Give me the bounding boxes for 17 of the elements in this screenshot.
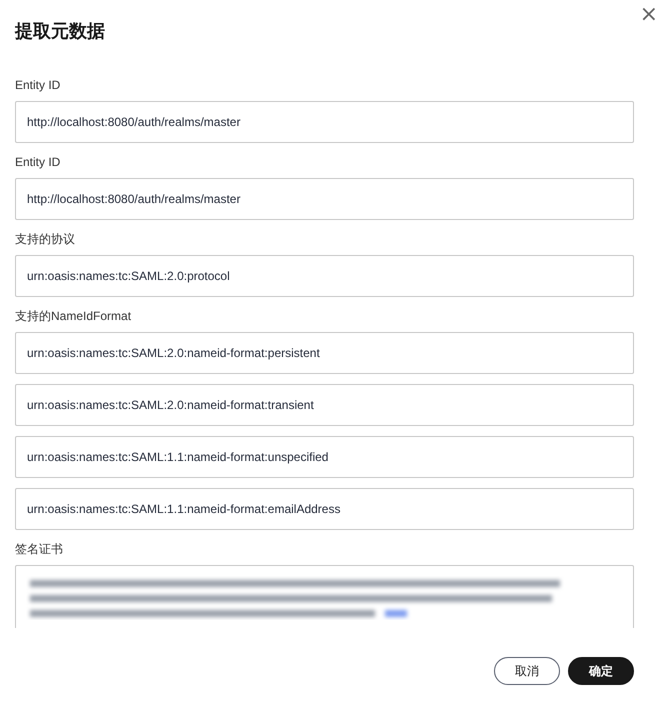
close-button[interactable]: × <box>636 4 662 26</box>
input-field[interactable]: urn:oasis:names:tc:SAML:2.0:protocol <box>15 255 634 297</box>
field-label: 支持的NameIdFormat <box>15 308 132 325</box>
field-label: Entity ID <box>15 154 62 171</box>
certificate-field[interactable] <box>15 565 634 628</box>
dialog-title: 提取元数据 <box>15 20 105 43</box>
input-field[interactable]: http://localhost:8080/auth/realms/master <box>15 178 634 220</box>
field-label: 签名证书 <box>15 541 64 558</box>
input-field[interactable]: urn:oasis:names:tc:SAML:1.1:nameid-format:unspecified <box>15 436 634 478</box>
field-label: Entity ID <box>15 77 62 94</box>
input-field[interactable]: http://localhost:8080/auth/realms/master <box>15 101 634 143</box>
input-field[interactable]: urn:oasis:names:tc:SAML:2.0:nameid-format:transient <box>15 384 634 426</box>
cancel-button[interactable]: 取消 <box>494 657 560 685</box>
confirm-button[interactable]: 确定 <box>568 657 634 685</box>
input-field[interactable]: urn:oasis:names:tc:SAML:2.0:nameid-format:persistent <box>15 332 634 374</box>
field-label: 支持的协议 <box>15 231 76 248</box>
input-field[interactable]: urn:oasis:names:tc:SAML:1.1:nameid-format:emailAddress <box>15 488 634 530</box>
